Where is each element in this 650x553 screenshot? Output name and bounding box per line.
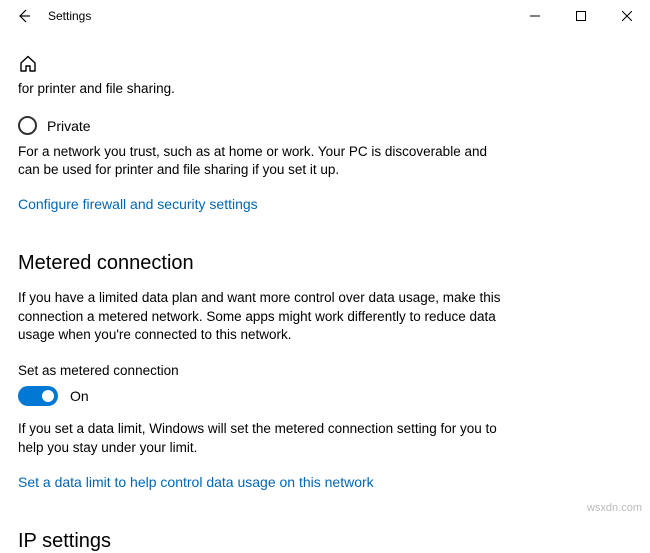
data-limit-link[interactable]: Set a data limit to help control data us… xyxy=(18,474,374,490)
close-icon xyxy=(622,11,632,21)
maximize-button[interactable] xyxy=(558,0,604,32)
watermark-text: wsxdn.com xyxy=(587,502,642,514)
minimize-button[interactable] xyxy=(512,0,558,32)
radio-icon xyxy=(18,116,37,135)
profile-truncated-text: for printer and file sharing. xyxy=(18,80,632,98)
private-radio-label: Private xyxy=(47,118,91,134)
firewall-settings-link[interactable]: Configure firewall and security settings xyxy=(18,196,258,212)
back-button[interactable] xyxy=(8,0,40,32)
arrow-left-icon xyxy=(16,8,32,24)
maximize-icon xyxy=(576,11,586,21)
home-button[interactable] xyxy=(18,54,38,74)
metered-toggle-label: Set as metered connection xyxy=(18,363,632,378)
ip-settings-heading: IP settings xyxy=(18,530,632,553)
window-title: Settings xyxy=(48,9,91,23)
close-button[interactable] xyxy=(604,0,650,32)
home-icon xyxy=(18,54,38,74)
private-radio-option[interactable]: Private xyxy=(18,116,632,135)
titlebar: Settings xyxy=(0,0,650,32)
private-radio-description: For a network you trust, such as at home… xyxy=(18,143,498,179)
content-area: for printer and file sharing. Private Fo… xyxy=(0,32,650,553)
metered-toggle[interactable] xyxy=(18,386,58,406)
window-controls xyxy=(512,0,650,32)
metered-connection-heading: Metered connection xyxy=(18,252,632,275)
toggle-knob-icon xyxy=(42,390,54,402)
metered-data-limit-note: If you set a data limit, Windows will se… xyxy=(18,420,508,458)
metered-toggle-state: On xyxy=(70,388,89,404)
minimize-icon xyxy=(530,11,540,21)
metered-toggle-row: On xyxy=(18,386,632,406)
metered-connection-description: If you have a limited data plan and want… xyxy=(18,289,508,346)
